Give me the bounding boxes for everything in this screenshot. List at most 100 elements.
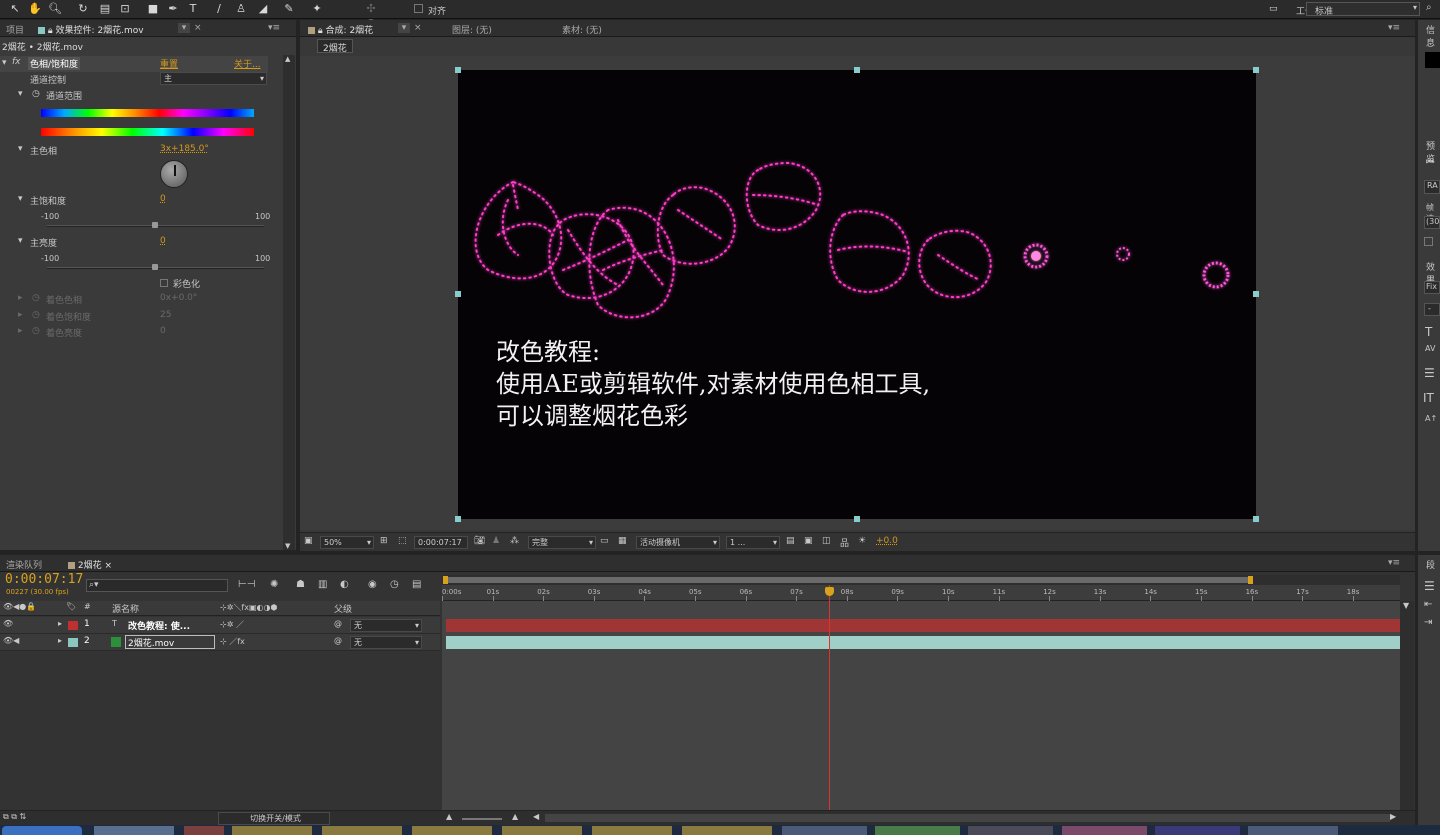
left-scrollbar[interactable]: ▲ ▼ <box>283 55 295 550</box>
taskbar-app[interactable] <box>322 826 402 835</box>
snapshot-icon[interactable]: 📷︎ <box>474 536 485 546</box>
panel-menu-icon[interactable]: ▾≡ <box>1388 558 1400 568</box>
timeline-icon[interactable]: ◫ <box>822 536 831 546</box>
region-of-interest-icon[interactable]: ▭ <box>600 536 609 546</box>
time-ruler[interactable]: 0:00s 01s 02s 03s 04s 05s 06s 07s 08s 09s 10s 11s 12… <box>442 585 1400 601</box>
snap-checkbox[interactable] <box>414 4 423 13</box>
layer-name[interactable]: 2烟花.mov <box>125 635 215 649</box>
twirl-open-icon[interactable]: ▾ <box>18 194 23 204</box>
toggle-switches-modes-button[interactable]: 切换开关/模式 <box>218 812 330 825</box>
taskbar-app[interactable] <box>232 826 312 835</box>
layer-name[interactable]: 改色教程: 使... <box>128 619 190 632</box>
font-select[interactable]: Fix <box>1424 281 1440 294</box>
pick-whip-icon[interactable]: @ <box>334 636 342 645</box>
taskbar-app[interactable] <box>184 826 224 835</box>
brainstorm-icon[interactable]: ▤ <box>412 579 421 590</box>
visibility-icon[interactable]: 👁◀ <box>3 636 19 645</box>
views-select[interactable]: 1 ... ▾ <box>726 536 780 549</box>
rectangle-tool-icon[interactable]: ■ <box>146 2 160 16</box>
twirl-closed-icon[interactable]: ▸ <box>58 636 62 645</box>
frame-rate-select[interactable]: (30 <box>1424 216 1440 229</box>
tab-info[interactable]: 信息 <box>1426 23 1440 49</box>
font-style-select[interactable]: - <box>1424 303 1440 316</box>
parent-header[interactable]: 父级 <box>334 602 352 615</box>
clone-stamp-tool-icon[interactable]: ♙ <box>234 2 248 16</box>
panel-menu-icon[interactable]: ▾≡ <box>1388 23 1400 33</box>
av-features-icon[interactable]: 👁◀●🔒 <box>3 602 36 611</box>
scroll-left-icon[interactable]: ◀ <box>533 812 539 821</box>
layer-label-color[interactable] <box>68 638 78 647</box>
exposure-icon[interactable]: ☀ <box>858 536 866 546</box>
puppet-tool-icon[interactable]: ✦ <box>310 2 324 16</box>
lightness-slider-handle[interactable] <box>152 264 158 270</box>
close-icon[interactable]: × <box>414 23 422 33</box>
bbox-handle[interactable] <box>1253 516 1259 522</box>
layer-label-color[interactable] <box>68 621 78 630</box>
zoom-in-icon[interactable]: ▲ <box>512 812 518 821</box>
work-area-range[interactable] <box>446 577 1252 583</box>
workspace-select[interactable]: 标准 ▾ <box>1306 2 1420 17</box>
master-hue-value[interactable]: 3x+185.0° <box>160 144 209 154</box>
mask-toggle-icon[interactable]: ⬚ <box>398 536 407 546</box>
zoom-out-icon[interactable]: ▲ <box>446 812 452 821</box>
close-icon[interactable]: × <box>104 561 112 571</box>
layer-search-input[interactable]: ⌕▾ <box>86 579 228 592</box>
current-time[interactable]: 0:00:07:17 <box>5 572 83 587</box>
search-help-icon[interactable]: ⌕ <box>1426 2 1432 13</box>
work-area-start-handle[interactable] <box>443 576 448 584</box>
graph-editor-icon[interactable]: ◉ <box>368 579 377 590</box>
taskbar-app[interactable] <box>782 826 867 835</box>
close-icon[interactable]: × <box>194 23 202 33</box>
panel-menu-icon[interactable]: ▾≡ <box>268 23 280 33</box>
playhead-handle[interactable] <box>825 587 834 596</box>
comp-mini-flowchart-icon[interactable]: ⊢⊣ <box>238 579 255 590</box>
comp-name-tab[interactable]: 2烟花 <box>317 39 353 54</box>
timeline-tracks[interactable]: 0:00s 01s 02s 03s 04s 05s 06s 07s 08s 09s 10s 11s 12… <box>442 575 1400 811</box>
always-preview-icon[interactable]: ▣ <box>304 536 313 546</box>
layer-row-2[interactable]: 👁◀ ▸ 2 2烟花.mov ⊹ ／fx @ 无 ▾ <box>0 634 440 651</box>
transparency-grid-icon[interactable]: ▦ <box>618 536 627 546</box>
layer-1-bar[interactable] <box>446 619 1400 632</box>
comp-button-icon[interactable]: ▼ <box>1403 601 1409 610</box>
taskbar-app[interactable] <box>592 826 672 835</box>
bbox-handle[interactable] <box>455 291 461 297</box>
ram-preview-select[interactable]: RA <box>1424 180 1440 194</box>
tab-effect-controls[interactable]: 🔒︎ 效果控件: 2烟花.mov <box>38 23 144 36</box>
tab-timeline-comp[interactable]: 2烟花 × <box>68 558 112 571</box>
layer-switches-toggle-icon[interactable]: ⧉ ⧉ ⇅ <box>3 812 26 822</box>
saturation-slider-handle[interactable] <box>152 222 158 228</box>
label-icon[interactable]: 🏷 <box>66 602 76 611</box>
shy-layers-icon[interactable]: ☗ <box>296 579 305 590</box>
parent-select[interactable]: 无 ▾ <box>350 636 422 649</box>
taskbar-app[interactable] <box>968 826 1053 835</box>
work-area-end-handle[interactable] <box>1248 576 1253 584</box>
exposure-value[interactable]: +0.0 <box>876 536 898 546</box>
tab-render-queue[interactable]: 渲染队列 <box>6 558 42 571</box>
start-button[interactable] <box>2 826 82 835</box>
channel-range-top-bar[interactable] <box>41 109 254 117</box>
bbox-handle[interactable] <box>1253 67 1259 73</box>
layer-switches-icon[interactable]: ⊹ ／fx <box>220 636 245 647</box>
stopwatch-icon[interactable]: ◷ <box>390 579 399 590</box>
brush-tool-icon[interactable]: ∕ <box>212 2 226 16</box>
fast-previews-icon[interactable]: ▣ <box>804 536 813 546</box>
taskbar-app[interactable] <box>502 826 582 835</box>
taskbar-app[interactable] <box>1248 826 1338 835</box>
show-snapshot-icon[interactable]: ♟ <box>492 536 500 546</box>
tab-project[interactable]: 项目 <box>6 23 24 36</box>
twirl-closed-icon[interactable]: ▸ <box>18 310 23 320</box>
frame-blending-icon[interactable]: ▥ <box>318 579 327 590</box>
switches-icon[interactable]: ⊹✲＼fx▣◐◑⬢ <box>220 602 277 613</box>
hand-tool-icon[interactable]: ✋ <box>28 2 42 16</box>
comp-frame[interactable]: 改色教程: 使用AE或剪辑软件,对素材使用色相工具, 可以调整烟花色彩 <box>458 70 1256 519</box>
about-link[interactable]: 关于... <box>234 57 261 70</box>
motion-blur-icon[interactable]: ◐ <box>340 579 349 590</box>
taskbar-app[interactable] <box>412 826 492 835</box>
current-time-display[interactable]: 0:00:07:17 <box>414 536 468 549</box>
twirl-closed-icon[interactable]: ▸ <box>58 619 62 628</box>
comp-viewer[interactable]: 改色教程: 使用AE或剪辑软件,对素材使用色相工具, 可以调整烟花色彩 <box>300 56 1415 530</box>
align-left-icon[interactable]: ☰ <box>1424 579 1435 593</box>
layer-row-1[interactable]: 👁 ▸ 1 T 改色教程: 使... ⊹✲ ／ @ 无 ▾ <box>0 617 440 634</box>
playhead-line[interactable] <box>829 585 830 811</box>
bbox-handle[interactable] <box>455 516 461 522</box>
